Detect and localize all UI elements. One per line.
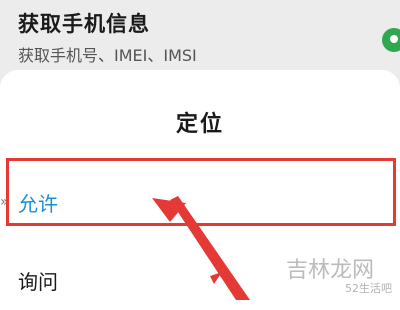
toggle-knob-icon: [390, 35, 398, 43]
dialog-title: 定位: [175, 112, 224, 137]
option-ask[interactable]: 询问: [18, 266, 58, 295]
annotation-highlight-box: [6, 158, 396, 226]
permission-subtitle: 获取手机号、IMEI、IMSI: [18, 46, 197, 65]
permission-title: 获取手机信息: [18, 12, 150, 36]
permission-item-phone-info[interactable]: 获取手机信息 获取手机号、IMEI、IMSI: [0, 0, 400, 80]
watermark-subtext: 52生活吧: [345, 282, 392, 295]
